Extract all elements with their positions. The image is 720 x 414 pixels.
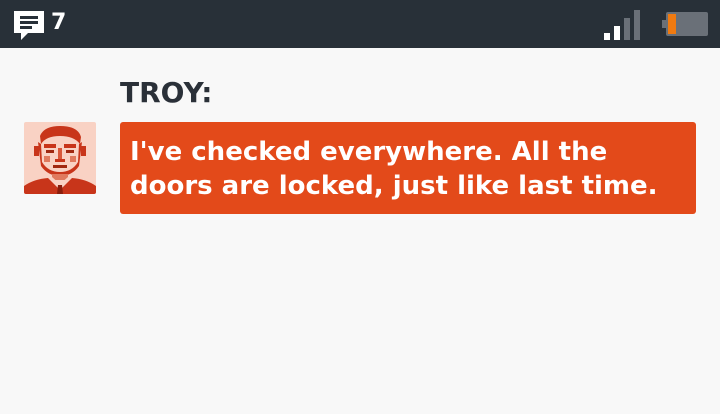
message-icon[interactable] (12, 9, 46, 41)
dialogue-bubble[interactable]: I've checked everywhere. All the doors a… (120, 122, 696, 214)
signal-icon (604, 10, 640, 40)
dialogue-text: I've checked everywhere. All the doors a… (130, 137, 658, 201)
battery-icon (662, 12, 708, 36)
troy-portrait-avatar (24, 122, 96, 194)
message-count: 7 (51, 10, 67, 35)
speaker-name: TROY: (120, 76, 213, 109)
status-bar: 7 (0, 0, 720, 48)
